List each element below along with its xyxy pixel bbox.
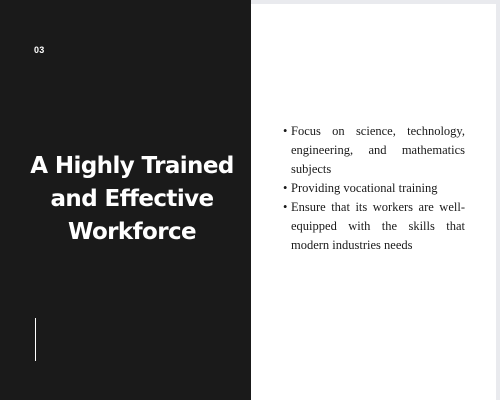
vertical-accent-line [35, 318, 36, 361]
bullet-list: Focus on science, technology, engineerin… [283, 122, 465, 255]
slide-title: A Highly Trained and Effective Workforce [22, 150, 242, 249]
slide: 03 A Highly Trained and Effective Workfo… [0, 0, 500, 400]
slide-title-line: Workforce [68, 219, 197, 245]
canvas-edge-right [496, 0, 500, 400]
bullet-item: Providing vocational training [283, 179, 465, 198]
bullet-item: Focus on science, technology, engineerin… [283, 122, 465, 179]
slide-number: 03 [34, 45, 45, 55]
slide-title-line: A Highly Trained [30, 153, 234, 179]
slide-title-line: and Effective [50, 186, 215, 212]
title-panel: 03 A Highly Trained and Effective Workfo… [0, 0, 251, 400]
bullet-item: Ensure that its workers are well-equippe… [283, 198, 465, 255]
canvas-edge-top [251, 0, 500, 4]
